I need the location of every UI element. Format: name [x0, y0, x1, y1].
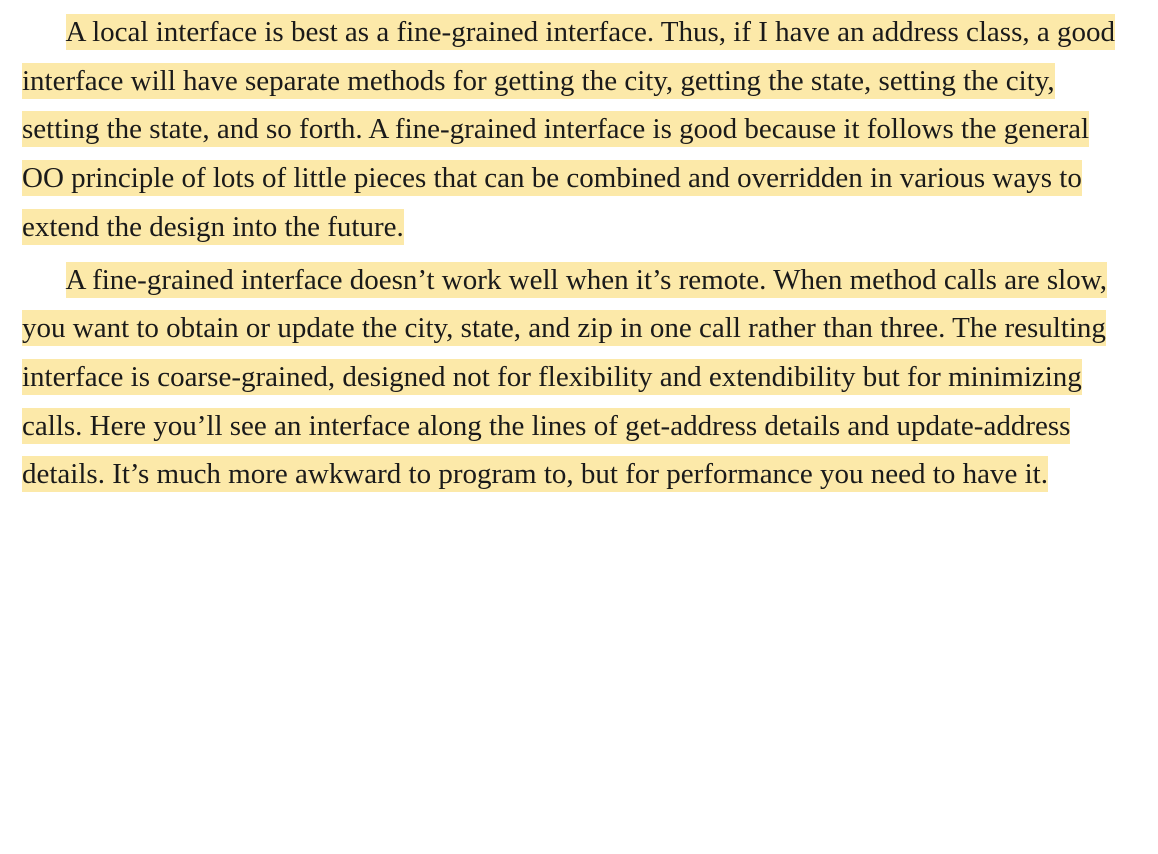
paragraph-2: A fine-grained interface doesn’t work we…: [22, 256, 1136, 500]
highlighted-text: A fine-grained interface doesn’t work we…: [22, 262, 1107, 493]
highlighted-text: A local interface is best as a fine-grai…: [22, 14, 1115, 245]
paragraph-1: A local interface is best as a fine-grai…: [22, 8, 1136, 252]
